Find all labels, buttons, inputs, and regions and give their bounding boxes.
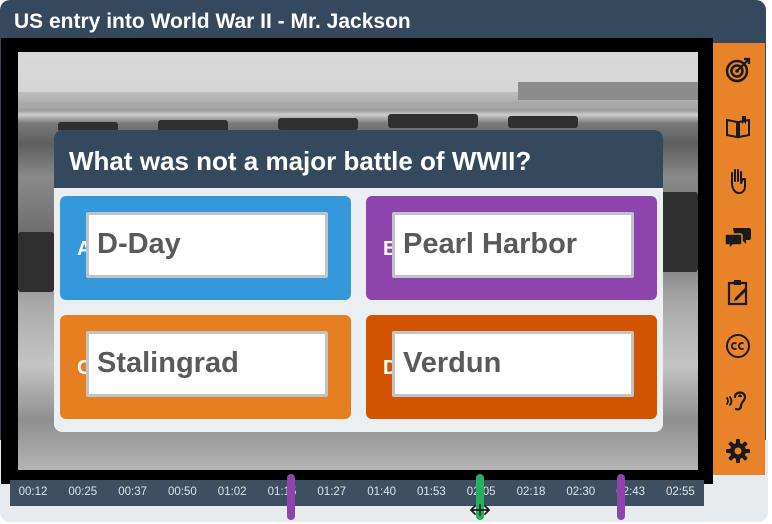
aircraft	[658, 192, 698, 272]
answer-text: Pearl Harbor	[392, 212, 634, 278]
discussion-button[interactable]	[717, 214, 759, 259]
timeline-tick: 01:53	[417, 486, 446, 498]
timeline-tick: 00:12	[18, 486, 48, 498]
notepad-icon	[727, 279, 748, 305]
timeline-tick: 02:30	[566, 486, 596, 498]
timeline-tick: 00:37	[118, 486, 147, 498]
aircraft	[278, 118, 358, 130]
horizontal-resize-icon[interactable]	[469, 503, 491, 517]
answer-b[interactable]: B Pearl Harbor	[366, 196, 657, 300]
question-marker-1[interactable]	[287, 474, 295, 520]
answer-c[interactable]: C Stalingrad	[60, 315, 351, 419]
closed-captions-icon	[726, 333, 750, 358]
captions-button[interactable]	[717, 323, 759, 368]
chat-bubbles-icon	[724, 227, 751, 251]
aircraft	[508, 116, 578, 128]
gear-icon	[726, 438, 750, 463]
timeline-tick: 02:18	[516, 486, 546, 498]
runway-line	[18, 102, 698, 108]
timeline-tick: 02:43	[616, 486, 645, 498]
resources-button[interactable]	[717, 104, 759, 149]
timeline-tick: 01:27	[317, 486, 347, 498]
book-icon	[726, 115, 750, 138]
audio-button[interactable]	[717, 376, 759, 421]
hearing-icon	[726, 390, 747, 410]
raise-hand-button[interactable]	[717, 158, 759, 203]
answer-text: Stalingrad	[86, 331, 328, 397]
quiz-card: What was not a major battle of WWII? A D…	[54, 130, 663, 432]
answer-text: Verdun	[392, 331, 634, 397]
timeline-tick: 01:02	[217, 486, 247, 498]
timeline-tick: 01:40	[367, 486, 396, 498]
settings-button[interactable]	[717, 428, 759, 473]
timeline-tick: 00:25	[68, 486, 98, 498]
answer-d[interactable]: D Verdun	[366, 315, 657, 419]
timeline-tick: 01:15	[267, 486, 297, 498]
aircraft	[388, 114, 478, 128]
question-text: What was not a major battle of WWII?	[54, 130, 663, 188]
target-icon	[725, 57, 751, 82]
hangar-shape	[518, 82, 698, 100]
timeline-tick: 00:50	[168, 486, 197, 498]
timeline-tick: 02:55	[666, 486, 695, 498]
answer-a[interactable]: A D-Day	[60, 196, 351, 300]
answer-text: D-Day	[86, 212, 328, 278]
question-marker-2[interactable]	[617, 474, 625, 520]
target-button[interactable]	[717, 47, 759, 92]
lesson-title: US entry into World War II - Mr. Jackson	[14, 10, 411, 33]
aircraft	[18, 232, 54, 292]
raised-hand-icon	[731, 168, 746, 194]
notes-button[interactable]	[717, 269, 759, 314]
